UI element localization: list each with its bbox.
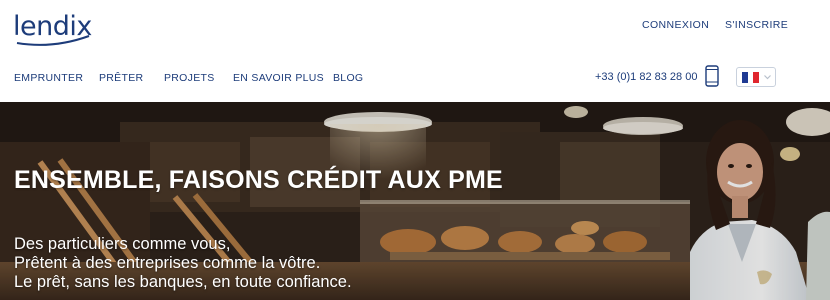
fr-flag-icon xyxy=(742,72,760,83)
signup-link[interactable]: S'INSCRIRE xyxy=(725,19,788,31)
chevron-down-icon xyxy=(764,75,771,80)
nav-item-preter[interactable]: PRÊTER xyxy=(99,72,143,84)
hero-subtitle-line-3: Le prêt, sans les banques, en toute conf… xyxy=(14,273,352,291)
language-selector[interactable] xyxy=(736,67,776,87)
nav-item-emprunter[interactable]: EMPRUNTER xyxy=(14,72,83,84)
logo-swoosh-icon xyxy=(16,35,90,46)
site-header: lendix CONNEXION S'INSCRIRE EMPRUNTER PR… xyxy=(0,0,830,102)
mobile-phone-icon[interactable] xyxy=(705,65,719,87)
hero-subtitle-line-1: Des particuliers comme vous, xyxy=(14,235,231,253)
nav-item-blog[interactable]: BLOG xyxy=(333,72,363,84)
nav-item-en-savoir-plus[interactable]: EN SAVOIR PLUS xyxy=(233,72,324,84)
hero-banner: ENSEMBLE, FAISONS CRÉDIT AUX PME Des par… xyxy=(0,102,830,300)
login-link[interactable]: CONNEXION xyxy=(642,19,709,31)
lendix-logo[interactable]: lendix xyxy=(13,12,93,46)
hero-subtitle-line-2: Prêtent à des entreprises comme la vôtre… xyxy=(14,254,321,272)
hero-title: ENSEMBLE, FAISONS CRÉDIT AUX PME xyxy=(14,166,503,194)
nav-item-projets[interactable]: PROJETS xyxy=(164,72,215,84)
phone-number[interactable]: +33 (0)1 82 83 28 00 xyxy=(595,71,697,83)
